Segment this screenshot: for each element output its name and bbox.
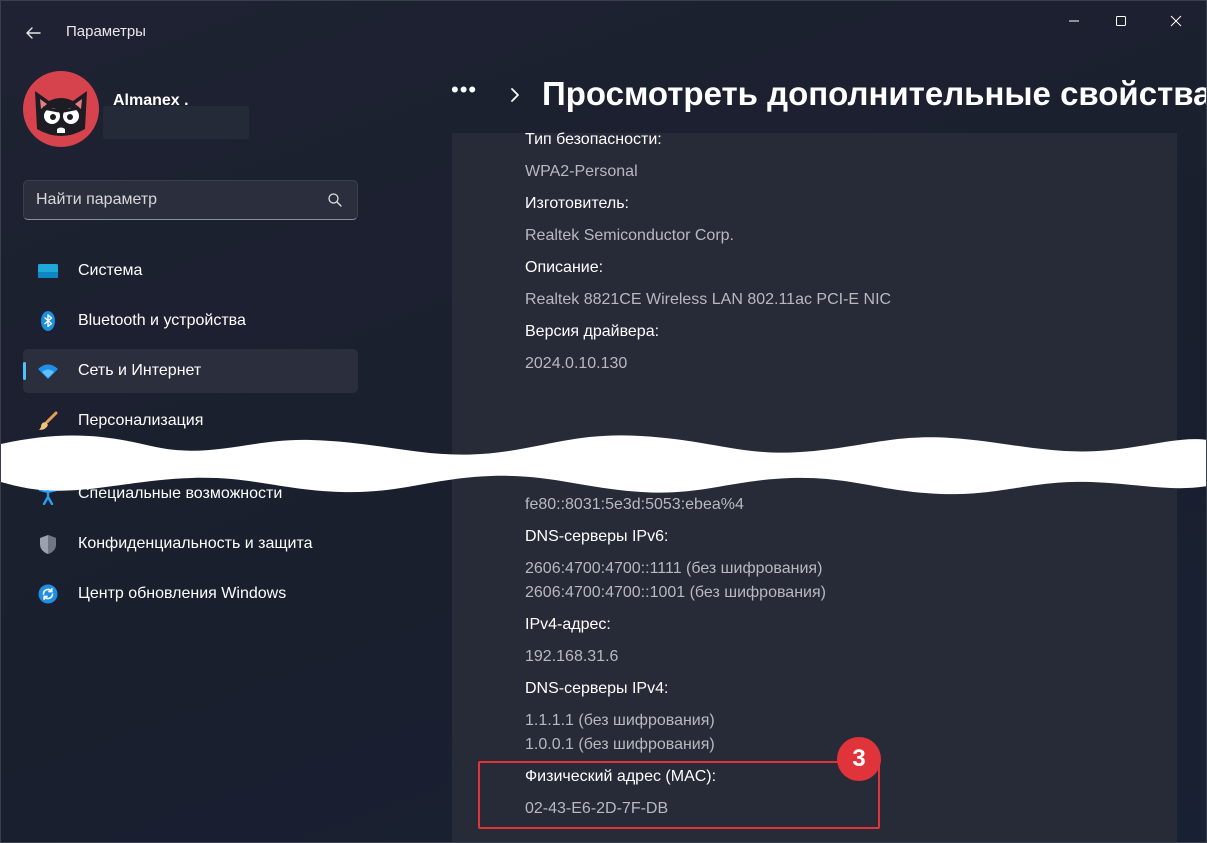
search-box[interactable]	[23, 180, 358, 220]
driver-version-value[interactable]: 2024.0.10.130	[525, 355, 627, 373]
driver-version-label: Версия драйвера:	[525, 323, 660, 340]
redacted-email	[103, 106, 249, 139]
minimize-icon	[1069, 20, 1079, 22]
description-label: Описание:	[525, 259, 604, 276]
chevron-right-icon	[511, 88, 519, 102]
bluetooth-icon	[37, 310, 59, 332]
description-value[interactable]: Realtek 8821CE Wireless LAN 802.11ac PCI…	[525, 291, 891, 309]
title-bar: Параметры	[1, 1, 1206, 63]
sidebar-item-windows-update[interactable]: Центр обновления Windows	[23, 572, 358, 616]
dns-ipv6-value-2[interactable]: 2606:4700:4700::1001 (без шифрования)	[525, 584, 826, 602]
sidebar-item-label: Конфиденциальность и защита	[78, 535, 313, 552]
torn-edge-separator	[1, 435, 1206, 495]
search-icon[interactable]	[327, 192, 343, 208]
monitor-icon	[37, 260, 59, 282]
app-title: Параметры	[66, 23, 146, 40]
cat-avatar-icon	[35, 91, 87, 136]
ipv4-label: IPv4-адрес:	[525, 616, 611, 633]
wifi-icon	[37, 360, 59, 382]
maximize-button[interactable]	[1098, 5, 1144, 37]
close-button[interactable]	[1153, 5, 1199, 37]
shield-icon	[37, 533, 59, 555]
dns-ipv4-label: DNS-серверы IPv4:	[525, 680, 669, 697]
search-input[interactable]	[36, 181, 316, 219]
sidebar-item-label: Сеть и Интернет	[78, 362, 202, 379]
manufacturer-label: Изготовитель:	[525, 195, 629, 212]
security-type-label: Тип безопасности:	[525, 131, 662, 148]
sidebar-item-label: Bluetooth и устройства	[78, 312, 246, 329]
security-type-value[interactable]: WPA2-Personal	[525, 163, 638, 181]
breadcrumb-more-button[interactable]: •••	[451, 79, 485, 105]
avatar[interactable]	[23, 71, 99, 147]
sidebar-item-system[interactable]: Система	[23, 249, 358, 293]
dns-ipv6-value-1[interactable]: 2606:4700:4700::1111 (без шифрования)	[525, 560, 822, 578]
sidebar-item-label: Центр обновления Windows	[78, 585, 287, 602]
ipv4-value[interactable]: 192.168.31.6	[525, 648, 618, 666]
active-indicator	[23, 362, 26, 380]
dns-ipv6-label: DNS-серверы IPv6:	[525, 528, 669, 545]
sidebar-item-bluetooth[interactable]: Bluetooth и устройства	[23, 299, 358, 343]
sidebar-item-network[interactable]: Сеть и Интернет	[23, 349, 358, 393]
close-icon	[1170, 15, 1182, 27]
step-number-badge: 3	[837, 737, 881, 781]
minimize-button[interactable]	[1051, 5, 1097, 37]
back-button[interactable]	[19, 19, 47, 47]
sidebar-item-label: Система	[78, 262, 143, 279]
dns-ipv4-value-1[interactable]: 1.1.1.1 (без шифрования)	[525, 712, 715, 730]
page-title: Просмотреть дополнительные свойства	[542, 75, 1207, 112]
settings-window: Параметры Almanex . Найти параметр Систе…	[0, 0, 1207, 843]
dns-ipv4-value-2[interactable]: 1.0.0.1 (без шифрования)	[525, 736, 715, 754]
manufacturer-value[interactable]: Realtek Semiconductor Corp.	[525, 227, 734, 245]
mac-highlight-box	[478, 761, 880, 829]
maximize-icon	[1116, 16, 1126, 26]
sidebar-item-privacy[interactable]: Конфиденциальность и защита	[23, 522, 358, 566]
update-icon	[37, 583, 59, 605]
arrow-left-icon	[26, 27, 41, 39]
